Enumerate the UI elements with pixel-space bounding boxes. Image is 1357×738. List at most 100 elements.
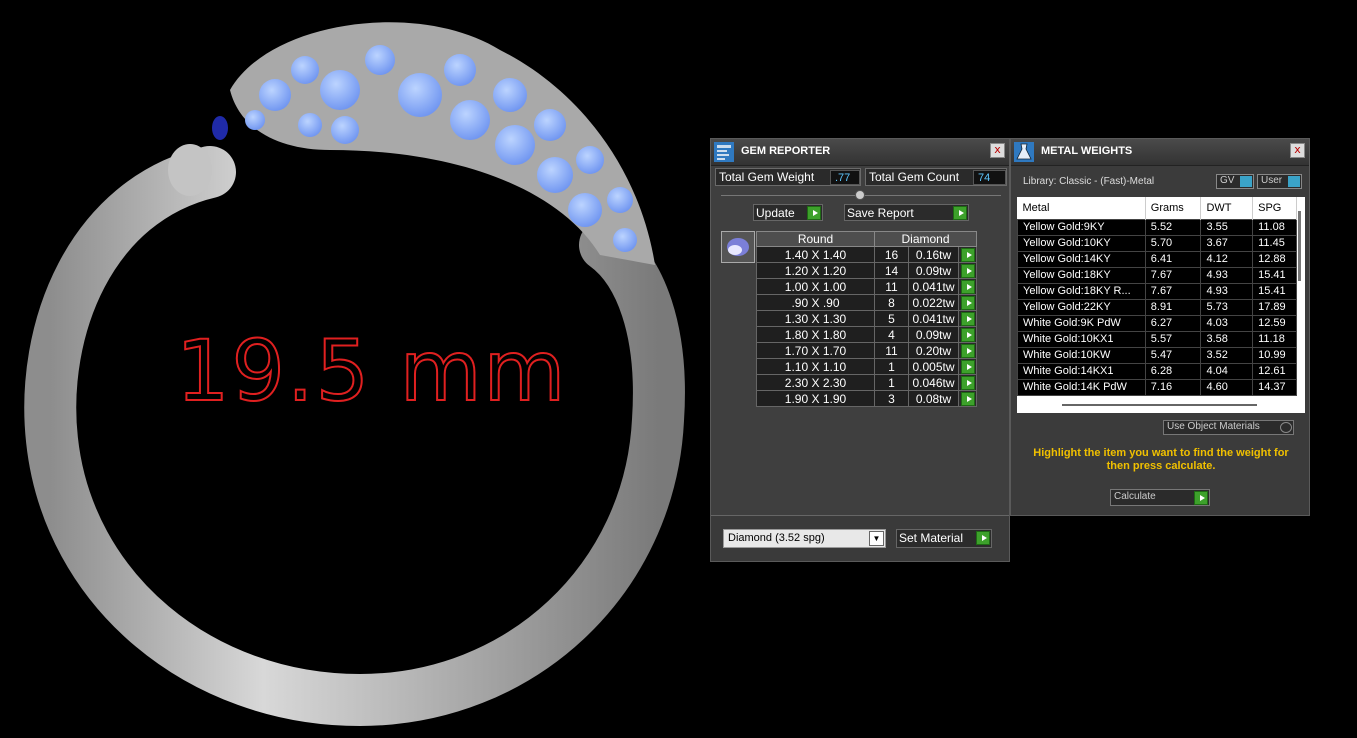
gem-table-row[interactable]: 1.10 X 1.10 1 0.005tw bbox=[756, 358, 977, 375]
gem-table-row[interactable]: 1.20 X 1.20 14 0.09tw bbox=[756, 262, 977, 279]
gem-reporter-title: GEM REPORTER bbox=[741, 145, 831, 157]
metal-list[interactable]: Metal Grams DWT SPG Yellow Gold:9KY 5.52 3… bbox=[1017, 197, 1305, 413]
play-arrow-icon bbox=[960, 327, 975, 342]
metal-weights-titlebar[interactable]: METAL WEIGHTS x bbox=[1011, 139, 1309, 166]
gem-weight-cell: 0.09tw bbox=[908, 262, 959, 279]
dwt-cell: 5.73 bbox=[1200, 298, 1254, 316]
gem-reporter-close-button[interactable]: x bbox=[990, 143, 1005, 158]
report-slider-handle[interactable] bbox=[855, 190, 865, 200]
gem-table-row[interactable]: 1.30 X 1.30 5 0.041tw bbox=[756, 310, 977, 327]
gem-row-go-button[interactable] bbox=[958, 294, 977, 311]
metal-table-row[interactable]: Yellow Gold:9KY 5.52 3.55 11.08 bbox=[1017, 218, 1297, 236]
gem-table-row[interactable]: 1.70 X 1.70 11 0.20tw bbox=[756, 342, 977, 359]
metal-table-row[interactable]: Yellow Gold:10KY 5.70 3.67 11.45 bbox=[1017, 234, 1297, 252]
vertical-scrollbar[interactable] bbox=[1298, 211, 1301, 281]
gem-count-cell: 1 bbox=[874, 358, 909, 375]
grams-cell: 6.41 bbox=[1144, 250, 1202, 268]
gem-table-row[interactable]: .90 X .90 8 0.022tw bbox=[756, 294, 977, 311]
metal-table-row[interactable]: White Gold:14K PdW 7.16 4.60 14.37 bbox=[1017, 378, 1297, 396]
grams-cell: 5.52 bbox=[1144, 218, 1202, 236]
gem-row-go-button[interactable] bbox=[958, 342, 977, 359]
ring-model: 19.5 mm bbox=[24, 22, 685, 727]
gem-count-cell: 5 bbox=[874, 310, 909, 327]
metal-table-row[interactable]: White Gold:10KW 5.47 3.52 10.99 bbox=[1017, 346, 1297, 364]
gem-table-row[interactable]: 1.00 X 1.00 11 0.041tw bbox=[756, 278, 977, 295]
gem-row-go-button[interactable] bbox=[958, 278, 977, 295]
metal-name-cell: Yellow Gold:22KY bbox=[1017, 298, 1146, 316]
metal-name-cell: Yellow Gold:18KY bbox=[1017, 266, 1146, 284]
grams-column-header[interactable]: Grams bbox=[1145, 197, 1202, 219]
dwt-cell: 3.58 bbox=[1200, 330, 1254, 348]
metal-name-cell: White Gold:10KX1 bbox=[1017, 330, 1146, 348]
gem-count-cell: 8 bbox=[874, 294, 909, 311]
ring-shank bbox=[24, 146, 685, 727]
dropdown-arrow-icon[interactable]: ▼ bbox=[869, 531, 884, 546]
grams-cell: 7.16 bbox=[1144, 378, 1202, 396]
metal-weights-title: METAL WEIGHTS bbox=[1041, 145, 1133, 157]
metal-table-row[interactable]: Yellow Gold:18KY 7.67 4.93 15.41 bbox=[1017, 266, 1297, 284]
metal-weights-close-button[interactable]: x bbox=[1290, 143, 1305, 158]
metal-table-row[interactable]: White Gold:14KX1 6.28 4.04 12.61 bbox=[1017, 362, 1297, 380]
calculate-button[interactable]: Calculate bbox=[1110, 489, 1210, 506]
use-object-materials-label: Use Object Materials bbox=[1167, 421, 1260, 432]
dwt-column-header[interactable]: DWT bbox=[1200, 197, 1254, 219]
save-report-label: Save Report bbox=[847, 206, 914, 220]
gem-count-cell: 3 bbox=[874, 390, 909, 407]
spg-cell: 12.61 bbox=[1252, 362, 1297, 380]
gem-size-cell: 1.70 X 1.70 bbox=[756, 342, 875, 359]
dwt-cell: 3.55 bbox=[1200, 218, 1254, 236]
gv-label: GV bbox=[1220, 175, 1235, 186]
gem-count-cell: 16 bbox=[874, 246, 909, 263]
spg-cell: 15.41 bbox=[1252, 266, 1297, 284]
horizontal-scrollbar[interactable] bbox=[1062, 404, 1257, 406]
gem-material-header: Diamond bbox=[874, 231, 977, 247]
play-arrow-icon bbox=[960, 295, 975, 310]
material-select[interactable]: Diamond (3.52 spg) ▼ bbox=[723, 529, 886, 548]
grams-cell: 5.70 bbox=[1144, 234, 1202, 252]
update-label: Update bbox=[756, 206, 795, 220]
gem-table-row[interactable]: 1.80 X 1.80 4 0.09tw bbox=[756, 326, 977, 343]
save-report-button[interactable]: Save Report bbox=[844, 204, 969, 221]
set-material-label: Set Material bbox=[899, 531, 964, 545]
metal-name-cell: Yellow Gold:14KY bbox=[1017, 250, 1146, 268]
use-object-materials-toggle[interactable]: Use Object Materials bbox=[1163, 420, 1294, 435]
spg-column-header[interactable]: SPG bbox=[1252, 197, 1297, 219]
gem-row-go-button[interactable] bbox=[958, 326, 977, 343]
gem-size-cell: 1.20 X 1.20 bbox=[756, 262, 875, 279]
metal-table: Metal Grams DWT SPG Yellow Gold:9KY 5.52 3… bbox=[1017, 197, 1297, 396]
play-arrow-icon bbox=[976, 531, 990, 545]
gem-weight-cell: 0.20tw bbox=[908, 342, 959, 359]
user-toggle[interactable]: User bbox=[1257, 174, 1302, 189]
gem-row-go-button[interactable] bbox=[958, 358, 977, 375]
gem-row-go-button[interactable] bbox=[958, 390, 977, 407]
update-button[interactable]: Update bbox=[753, 204, 823, 221]
metal-table-row[interactable]: Yellow Gold:18KY R... 7.67 4.93 15.41 bbox=[1017, 282, 1297, 300]
total-gem-weight-label: Total Gem Weight bbox=[719, 170, 815, 184]
flask-icon bbox=[1014, 142, 1034, 162]
report-icon bbox=[714, 142, 734, 162]
gv-toggle[interactable]: GV bbox=[1216, 174, 1254, 189]
gem-row-go-button[interactable] bbox=[958, 374, 977, 391]
metal-column-header[interactable]: Metal bbox=[1017, 197, 1146, 219]
spg-cell: 12.88 bbox=[1252, 250, 1297, 268]
play-arrow-icon bbox=[1194, 491, 1208, 505]
metal-table-row[interactable]: White Gold:9K PdW 6.27 4.03 12.59 bbox=[1017, 314, 1297, 332]
metal-table-row[interactable]: Yellow Gold:14KY 6.41 4.12 12.88 bbox=[1017, 250, 1297, 268]
gem-row-go-button[interactable] bbox=[958, 262, 977, 279]
set-material-button[interactable]: Set Material bbox=[896, 529, 992, 548]
gem-thumbnail[interactable] bbox=[721, 231, 755, 263]
gem-row-go-button[interactable] bbox=[958, 246, 977, 263]
gem-table-row[interactable]: 1.40 X 1.40 16 0.16tw bbox=[756, 246, 977, 263]
gem-reporter-titlebar[interactable]: GEM REPORTER x bbox=[711, 139, 1009, 166]
metal-name-cell: White Gold:14K PdW bbox=[1017, 378, 1146, 396]
metal-table-row[interactable]: Yellow Gold:22KY 8.91 5.73 17.89 bbox=[1017, 298, 1297, 316]
gem-table-row[interactable]: 2.30 X 2.30 1 0.046tw bbox=[756, 374, 977, 391]
play-arrow-icon bbox=[960, 359, 975, 374]
gem-row-go-button[interactable] bbox=[958, 310, 977, 327]
pave-top bbox=[230, 22, 655, 265]
metal-name-cell: White Gold:10KW bbox=[1017, 346, 1146, 364]
metal-table-row[interactable]: White Gold:10KX1 5.57 3.58 11.18 bbox=[1017, 330, 1297, 348]
3d-viewport[interactable]: 19.5 mm bbox=[0, 0, 700, 734]
gem-size-cell: .90 X .90 bbox=[756, 294, 875, 311]
gem-table-row[interactable]: 1.90 X 1.90 3 0.08tw bbox=[756, 390, 977, 407]
